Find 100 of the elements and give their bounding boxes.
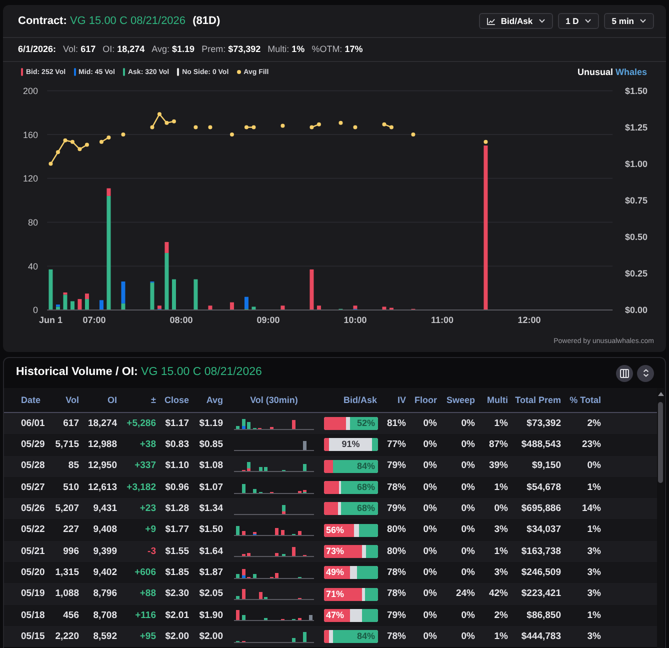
dropdown-button[interactable]: 5 min <box>604 13 654 29</box>
average-price-cell: $1.08 <box>199 461 223 471</box>
multi-cell: 1% <box>494 418 508 428</box>
line-chart-icon <box>486 18 495 24</box>
avg-fill-point <box>316 122 321 126</box>
avg-fill-point <box>157 112 162 116</box>
bid-ask-reading: 52% <box>356 419 375 428</box>
dropdown-button[interactable]: Bid/Ask <box>478 13 553 29</box>
avg-fill-point <box>230 132 234 137</box>
multi-cell: 1% <box>494 546 508 556</box>
iv-cell: 80% <box>386 525 406 535</box>
percent-total-cell: 3% <box>587 589 601 599</box>
axis-tick-label: $0.50 <box>625 232 648 242</box>
avg-fill-point <box>208 125 212 130</box>
average-price-cell: $1.07 <box>199 482 223 492</box>
chevron-down-icon <box>538 19 545 23</box>
percent-total-cell: 2% <box>587 418 601 428</box>
floor-cell: 0% <box>423 546 437 556</box>
column-header[interactable]: IV <box>397 396 406 404</box>
column-header[interactable]: Vol <box>66 396 79 404</box>
history-title: Historical Volume / OI: VG 15.00 C 08/21/2026 <box>16 367 262 379</box>
avg-fill-point <box>252 125 256 130</box>
avg-fill-point <box>84 142 89 147</box>
sweep-cell: 0% <box>461 546 475 556</box>
column-header[interactable]: Multi <box>487 396 508 404</box>
multi-cell: 0% <box>494 504 508 514</box>
column-header[interactable]: Floor <box>414 396 437 404</box>
change-cell: +38 <box>140 440 156 450</box>
change-cell: +606 <box>134 568 156 578</box>
column-header[interactable]: % Total <box>570 396 601 404</box>
multi-cell: 2% <box>494 610 508 620</box>
scroll-up-arrow-icon[interactable] <box>658 392 664 396</box>
iv-cell: 80% <box>386 546 406 556</box>
iv-cell: 77% <box>386 440 406 450</box>
column-header[interactable]: Total Prem <box>515 396 561 404</box>
column-header[interactable]: Close <box>164 396 189 404</box>
close-price-cell: $0.83 <box>165 440 189 450</box>
dropdown-button[interactable]: 1 D <box>558 13 599 29</box>
sweep-cell: 0% <box>461 568 475 578</box>
avg-fill-point <box>56 150 60 154</box>
columns-button[interactable] <box>616 364 633 382</box>
change-cell: +88 <box>140 589 156 599</box>
floor-cell: 0% <box>423 440 437 450</box>
column-header[interactable]: OI <box>107 396 117 404</box>
volume-cell: 85 <box>68 461 79 471</box>
sweep-cell: 0% <box>461 440 475 450</box>
iv-cell: 78% <box>386 632 406 642</box>
date-cell: 06/01 <box>21 418 45 428</box>
expand-collapse-button[interactable] <box>637 364 654 382</box>
column-header[interactable]: Bid/Ask <box>343 396 377 404</box>
bid-ask-reading: 71% <box>326 590 344 599</box>
average-price-cell: $1.64 <box>199 546 223 556</box>
axis-tick-label: 10:00 <box>344 315 367 325</box>
iv-cell: 79% <box>386 461 406 471</box>
bid-ask-reading: 49% <box>326 568 344 578</box>
axis-tick-label: 08:00 <box>170 315 193 325</box>
sweep-cell: 24% <box>456 589 475 599</box>
change-cell: +23 <box>140 504 156 514</box>
sweep-cell: 0% <box>461 461 475 471</box>
axis-tick-label: 40 <box>28 261 38 272</box>
axis-tick-label: Jun 1 <box>38 315 62 325</box>
floor-cell: 0% <box>423 589 437 599</box>
scrollbar[interactable] <box>657 388 664 648</box>
close-price-cell: $0.96 <box>165 482 189 492</box>
open-interest-cell: 9,408 <box>93 525 117 535</box>
percent-total-cell: 3% <box>587 546 601 556</box>
close-price-cell: $2.01 <box>165 610 189 620</box>
volume-cell: 456 <box>63 610 79 620</box>
change-cell: +5,286 <box>126 418 156 428</box>
floor-cell: 0% <box>423 610 437 620</box>
volume-cell: 2,220 <box>55 632 79 642</box>
date-cell: 05/28 <box>21 461 45 471</box>
iv-cell: 81% <box>386 418 406 428</box>
column-header[interactable]: ± <box>151 396 156 404</box>
date-cell: 05/22 <box>21 525 45 535</box>
multi-cell: 1% <box>494 482 508 492</box>
floor-cell: 0% <box>423 461 437 471</box>
floor-cell: 0% <box>423 482 437 492</box>
bid-ask-reading: 68% <box>356 504 375 514</box>
close-price-cell: $2.30 <box>165 589 189 599</box>
average-price-cell: $1.34 <box>199 504 223 514</box>
change-cell: +9 <box>145 525 156 535</box>
column-header[interactable]: Date <box>21 396 41 404</box>
avg-fill-point <box>63 138 68 142</box>
scrollbar-thumb[interactable] <box>658 402 663 483</box>
column-header[interactable]: Vol (30min) <box>250 396 298 404</box>
average-price-cell: $2.05 <box>199 589 223 599</box>
open-interest-cell: 12,950 <box>88 461 117 471</box>
column-header[interactable]: Sweep <box>446 396 475 404</box>
column-header[interactable]: Avg <box>206 396 223 404</box>
axis-tick-label: 12:00 <box>518 315 541 325</box>
floor-cell: 0% <box>423 418 437 428</box>
total-premium-cell: $246,509 <box>521 568 561 578</box>
change-cell: +116 <box>135 610 156 620</box>
avg-fill-point <box>244 125 248 130</box>
total-premium-cell: $163,738 <box>521 546 561 556</box>
chevron-up-down-icon <box>642 369 648 377</box>
avg-fill-point <box>99 140 104 144</box>
percent-total-cell: 0% <box>587 461 601 471</box>
iv-cell: 78% <box>386 482 406 492</box>
